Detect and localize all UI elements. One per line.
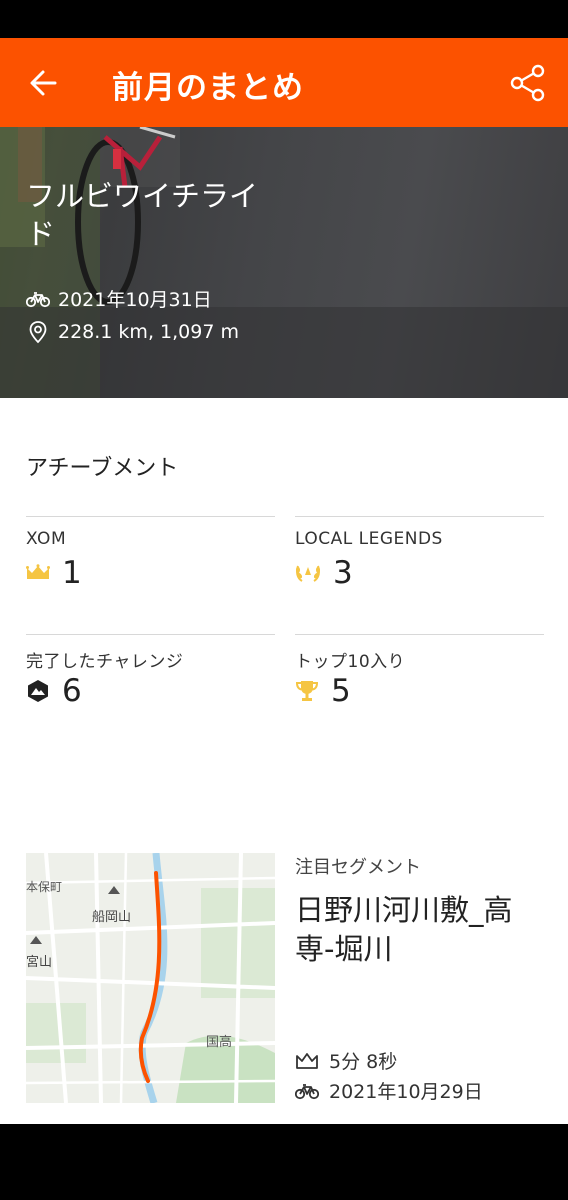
activity-title: フルビワイチライド — [26, 179, 259, 251]
stat-label: 完了したチャレンジ — [26, 652, 184, 672]
segment-time: 5分 8秒 — [295, 1047, 397, 1074]
stat-value-row: 6 — [26, 673, 82, 709]
share-icon — [510, 64, 545, 102]
stat-value: 5 — [331, 673, 351, 709]
page-title: 前月のまとめ — [112, 70, 304, 106]
map-image — [26, 853, 275, 1103]
map-label: 宮山 — [26, 955, 53, 970]
activity-hero[interactable]: フルビワイチライド 2021年10月31日 228.1 km, 1,097 m — [0, 127, 568, 398]
stat-label: トップ10入り — [295, 652, 406, 672]
challenge-badge-icon — [28, 680, 48, 702]
summary-content: アチーブメント XOM 1 LOCAL LEGENDS 3 完了したチャレンジ — [0, 398, 568, 1124]
arrow-left-icon — [30, 70, 57, 96]
status-bar — [0, 0, 568, 38]
activity-date: 2021年10月31日 — [26, 285, 212, 312]
segment-map[interactable]: 本保町 船岡山 宮山 国高 — [26, 853, 275, 1103]
stat-xom[interactable]: XOM 1 — [26, 516, 275, 626]
segment-label: 注目セグメント — [295, 857, 421, 878]
stat-value-row: 1 — [26, 555, 82, 591]
trophy-icon — [295, 681, 319, 701]
hero-photo — [0, 127, 568, 398]
stat-value-row: 5 — [295, 673, 351, 709]
stat-value: 1 — [62, 555, 82, 591]
stat-challenges[interactable]: 完了したチャレンジ 6 — [26, 634, 275, 744]
crown-icon — [26, 564, 50, 579]
stat-label: XOM — [26, 529, 67, 549]
activity-date-text: 2021年10月31日 — [58, 289, 212, 311]
activity-distance: 228.1 km, 1,097 m — [26, 320, 239, 344]
stat-value: 6 — [62, 673, 82, 709]
laurel-icon — [296, 565, 320, 582]
achievements-title: アチーブメント — [26, 456, 179, 481]
stat-value-row: 3 — [295, 555, 353, 591]
stat-value: 3 — [333, 555, 353, 591]
segment-name[interactable]: 日野川河川敷_高専-堀川 — [295, 891, 545, 969]
stat-top-10[interactable]: トップ10入り 5 — [295, 634, 544, 744]
segment-date-text: 2021年10月29日 — [329, 1081, 483, 1103]
share-button[interactable] — [505, 60, 551, 106]
bike-icon — [26, 291, 50, 307]
segment-time-text: 5分 8秒 — [329, 1051, 398, 1073]
activity-distance-text: 228.1 km, 1,097 m — [58, 321, 239, 343]
stat-local-legends[interactable]: LOCAL LEGENDS 3 — [295, 516, 544, 626]
map-label: 船岡山 — [92, 910, 132, 925]
crown-outline-icon — [296, 1052, 318, 1069]
app-bar: 前月のまとめ — [0, 38, 568, 127]
map-label: 国高 — [206, 1035, 233, 1050]
segment-date: 2021年10月29日 — [295, 1077, 483, 1104]
bike-icon — [295, 1083, 319, 1099]
map-label: 本保町 — [26, 880, 63, 894]
stat-label: LOCAL LEGENDS — [295, 529, 443, 549]
back-button[interactable] — [22, 60, 68, 106]
location-pin-icon — [29, 321, 47, 344]
system-nav-bar — [0, 1124, 568, 1200]
